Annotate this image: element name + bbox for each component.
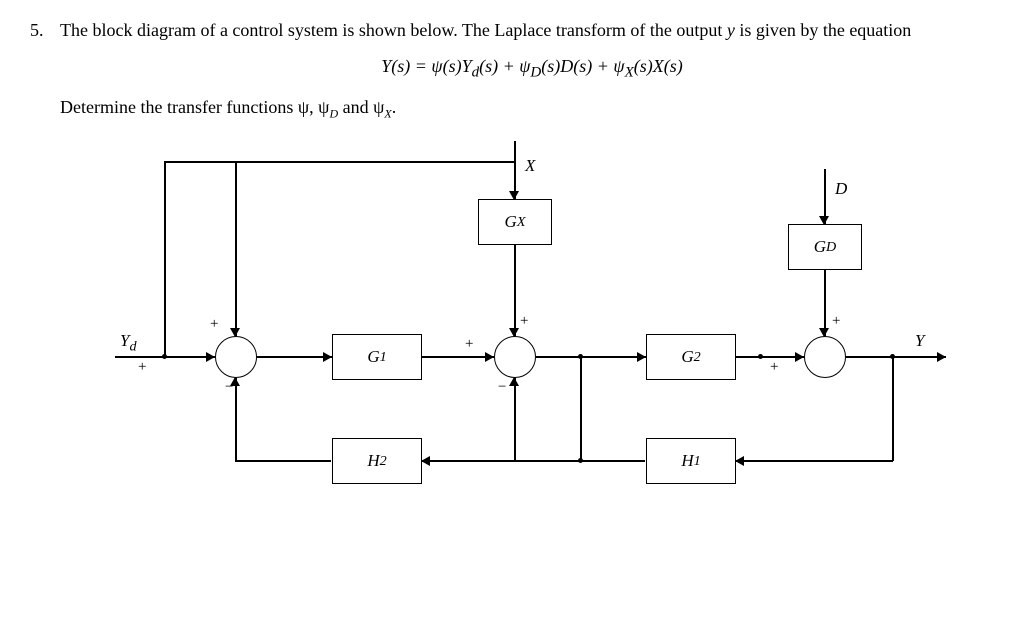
line-gx-sj2 [514,245,516,336]
node-g2-split [758,354,763,359]
arrow-sj2-g2 [637,352,646,362]
arrow-gx-sj2 [509,328,519,337]
line-ff-up [164,161,166,356]
sign-plus-yd: + [138,359,146,376]
line-gd-sj3 [824,270,826,336]
line-y-to-h1 [735,460,893,462]
arrow-yd [206,352,215,362]
label-y: Y [915,331,924,351]
line-h2-left [235,460,331,462]
line-ff-down-sj1 [235,161,237,336]
arrow-h2-sj1 [230,377,240,386]
block-gx: GX [478,199,552,245]
line-sj1-g1 [257,356,332,358]
line-node-down-h2-branch [580,356,582,460]
q-text-3-mid: and ψ [338,97,384,117]
q-text-1: The block diagram of a control system is… [60,20,727,40]
question-number: 5. [30,20,60,41]
line-h2-up [235,378,237,461]
main-equation: Y(s) = ψ(s)Yd(s) + ψD(s)D(s) + ψX(s)X(s) [60,56,1004,82]
block-gd: GD [788,224,862,270]
sign-plus-sj3-left: + [770,359,778,376]
q-text-2: is given by the equation [735,20,911,40]
sign-minus-sj2: − [498,379,506,396]
arrow-sj1-g1 [323,352,332,362]
arrow-gd-sj3 [819,328,829,337]
line-g1-sj2 [422,356,494,358]
sign-plus-sj1-top: + [210,316,218,333]
arrow-ff-sj1 [230,328,240,337]
sign-plus-sj2-top: + [520,313,528,330]
block-g1: G1 [332,334,422,380]
q-text-3-end: . [392,97,397,117]
line-sj3-y [846,356,946,358]
arrow-h1-sj2 [509,377,519,386]
block-diagram: Yd + + − G1 + + − X GX G2 + + D [70,141,970,521]
label-x: X [525,156,535,176]
sub-x: X [384,106,391,120]
block-h1: H1 [646,438,736,484]
line-y-down [892,356,894,461]
arrow-y-out [937,352,946,362]
summing-junction-1 [215,336,257,378]
block-g2: G2 [646,334,736,380]
arrow-g2-sj3 [795,352,804,362]
arrow-to-h1 [735,456,744,466]
label-d: D [835,179,847,199]
line-g2-sj3 [736,356,804,358]
line-ff-branch [164,161,236,163]
line-to-h2 [421,460,581,462]
line-sj2-g2 [536,356,646,358]
sign-plus-sj2-left: + [465,336,473,353]
line-h1-up [514,378,516,461]
sign-plus-sj3-top: + [832,313,840,330]
block-h2: H2 [332,438,422,484]
arrow-to-h2 [421,456,430,466]
sub-d: D [329,106,338,120]
question-body: The block diagram of a control system is… [60,20,1004,121]
label-yd: Yd [120,331,137,355]
var-y: y [727,20,735,40]
summing-junction-3 [804,336,846,378]
q-text-3: Determine the transfer functions ψ, ψ [60,97,329,117]
arrow-g1-sj2 [485,352,494,362]
summing-junction-2 [494,336,536,378]
question-text: 5. The block diagram of a control system… [30,20,1004,121]
